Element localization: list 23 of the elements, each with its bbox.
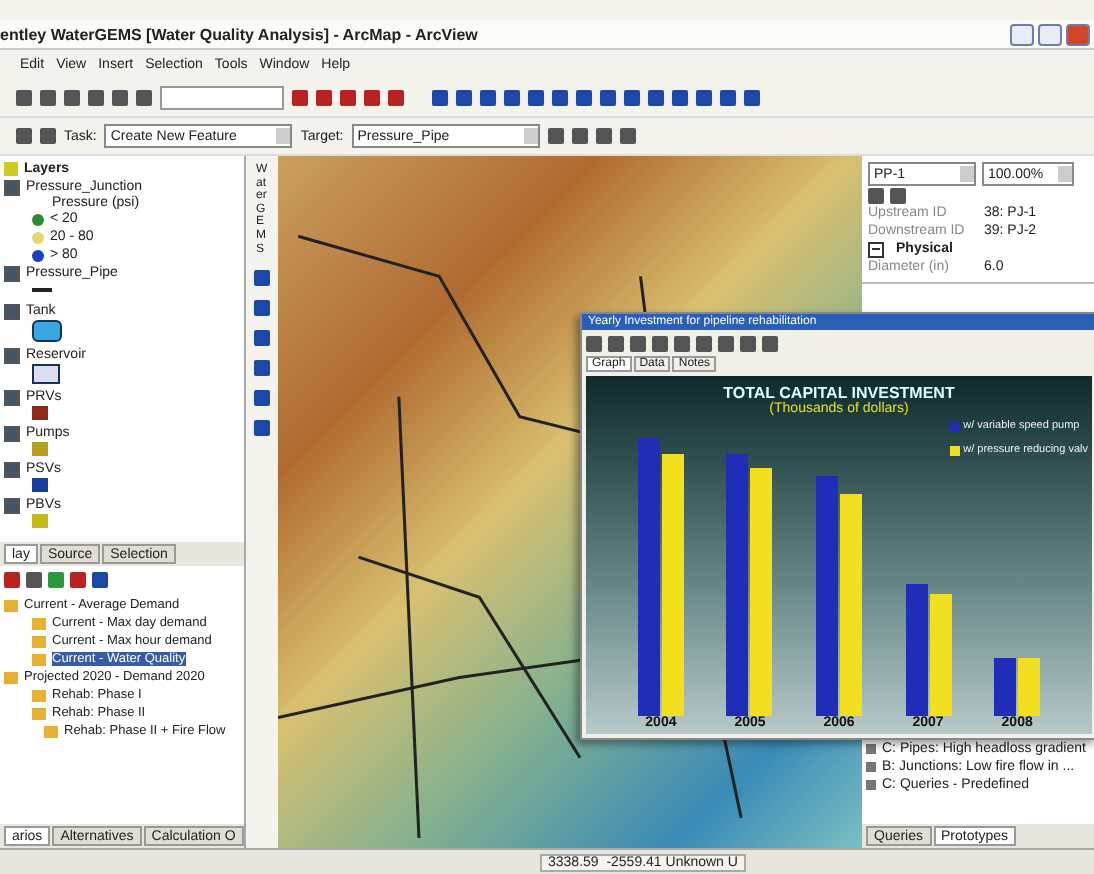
- checkbox[interactable]: [4, 265, 20, 281]
- checkbox[interactable]: [4, 303, 20, 319]
- checkbox[interactable]: [4, 425, 20, 441]
- scale-dropdown[interactable]: [160, 86, 284, 110]
- maximize-icon[interactable]: [1038, 23, 1062, 45]
- close-icon[interactable]: [1066, 23, 1090, 45]
- chart-bar: [905, 584, 928, 716]
- checkbox[interactable]: [4, 347, 20, 363]
- collapse-icon[interactable]: [868, 241, 884, 257]
- checkbox[interactable]: [4, 497, 20, 513]
- checkbox[interactable]: [4, 461, 20, 477]
- line-symbol-icon: [32, 288, 52, 292]
- layers-icon: [4, 162, 18, 176]
- chart-title: TOTAL CAPITAL INVESTMENT: [723, 384, 955, 402]
- minimize-icon[interactable]: [1010, 23, 1034, 45]
- checkbox[interactable]: [4, 389, 20, 405]
- tank-icon: [32, 320, 62, 342]
- chart-bar: [994, 657, 1017, 716]
- checkbox[interactable]: [4, 179, 20, 195]
- window-title: entley WaterGEMS [Water Quality Analysis] - ArcMap - ArcView: [0, 25, 478, 43]
- chart-bar: [1018, 657, 1041, 716]
- chart-bar: [929, 593, 952, 716]
- reservoir-icon: [32, 364, 60, 384]
